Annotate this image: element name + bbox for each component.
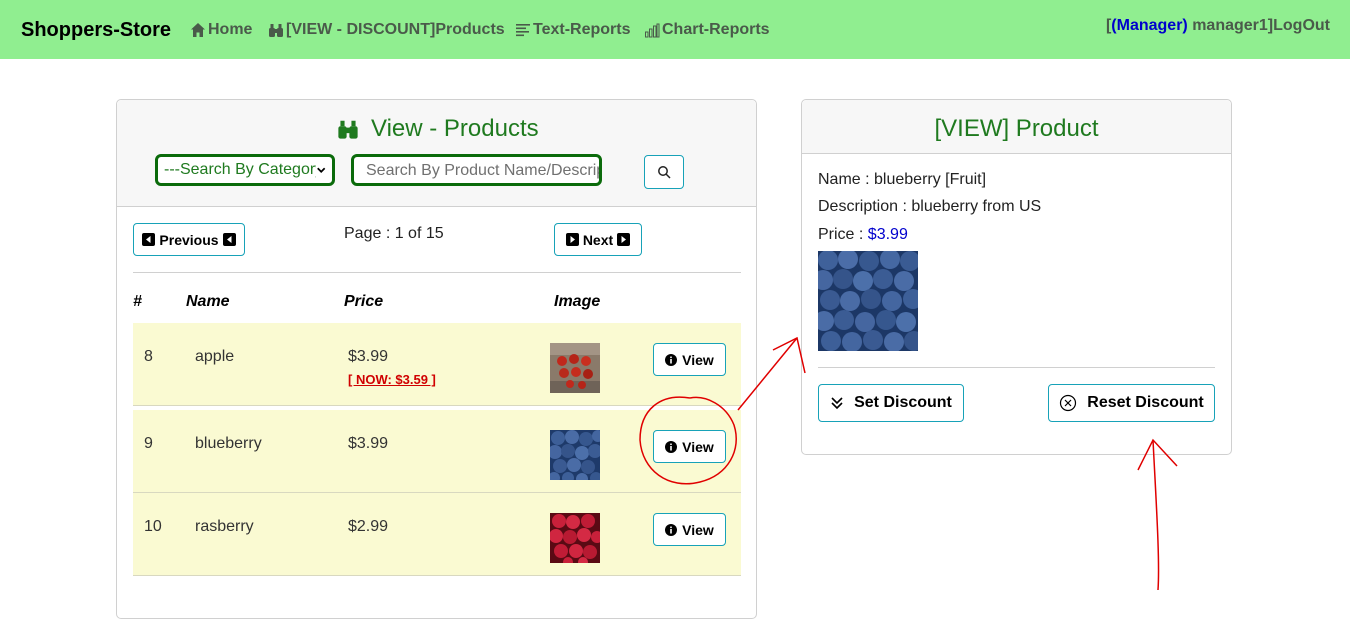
column-header-number: #	[133, 293, 142, 310]
product-detail-title: [VIEW] Product	[934, 115, 1099, 142]
nav-chart-reports-label: Chart-Reports	[662, 21, 770, 38]
search-button[interactable]	[644, 155, 684, 189]
row-number: 9	[144, 435, 153, 452]
binoculars-icon	[269, 24, 283, 37]
bar-chart-icon	[645, 23, 660, 38]
info-icon	[665, 523, 678, 536]
caret-right-square-icon	[617, 233, 631, 246]
caret-right-square-icon	[565, 233, 579, 246]
column-header-name: Name	[186, 293, 230, 310]
view-button[interactable]: View	[653, 430, 726, 463]
nav-chart-reports[interactable]: Chart-Reports	[644, 21, 770, 39]
row-price: $3.99	[348, 348, 389, 365]
nav-products-label: [VIEW - DISCOUNT]Products	[286, 21, 505, 38]
nav-text-reports-label: Text-Reports	[533, 21, 631, 38]
table-row: 10 rasberry $2.99 View	[133, 493, 741, 576]
row-price: $3.99	[348, 435, 389, 452]
products-card: View - Products ---Search By Category---…	[116, 99, 757, 619]
product-detail-header: [VIEW] Product	[802, 100, 1231, 154]
user-area: [(Manager) manager1]LogOut	[1106, 17, 1330, 35]
set-discount-label: Set Discount	[854, 394, 952, 411]
chevron-double-down-icon	[831, 397, 843, 410]
row-name: rasberry	[195, 518, 254, 535]
logout-link[interactable]: LogOut	[1273, 17, 1330, 34]
x-circle-icon	[1060, 394, 1077, 412]
row-price: $2.99	[348, 518, 389, 535]
user-role: (Manager)	[1111, 17, 1188, 34]
category-select-value: ---Search By Category---	[164, 161, 316, 178]
category-select[interactable]: ---Search By Category---	[155, 154, 335, 186]
product-description-line: Description : blueberry from US	[818, 198, 1042, 215]
column-header-price: Price	[344, 293, 384, 310]
next-label: Next	[582, 231, 614, 248]
info-icon	[665, 353, 678, 366]
chevron-down-icon	[316, 167, 325, 173]
view-label: View	[682, 351, 714, 368]
row-discount-price: [ NOW: $3.59 ]	[348, 372, 436, 387]
price-label: Price :	[818, 226, 868, 243]
product-detail-card: [VIEW] Product Name : blueberry [Fruit] …	[801, 99, 1232, 455]
previous-button[interactable]: Previous	[133, 223, 245, 256]
products-title-text: View - Products	[371, 115, 539, 142]
table-row: 9 blueberry $3.99 View	[133, 410, 741, 493]
search-icon	[658, 166, 671, 179]
row-number: 8	[144, 348, 153, 365]
row-name: apple	[195, 348, 235, 365]
previous-label: Previous	[159, 231, 219, 248]
caret-left-square-icon	[222, 233, 236, 246]
blueberry-thumbnail	[550, 430, 600, 480]
brand-logo[interactable]: Shoppers-Store	[21, 19, 171, 42]
product-image	[818, 251, 918, 351]
binoculars-icon	[338, 120, 358, 139]
product-name-line: Name : blueberry [Fruit]	[818, 171, 987, 188]
view-button[interactable]: View	[653, 343, 726, 376]
home-icon	[191, 23, 205, 37]
nav-home[interactable]: Home	[190, 21, 252, 39]
set-discount-button[interactable]: Set Discount	[818, 384, 964, 422]
reset-discount-label: Reset Discount	[1087, 394, 1204, 411]
products-title: View - Products	[337, 115, 539, 143]
nav-products[interactable]: [VIEW - DISCOUNT]Products	[268, 21, 505, 39]
rasberry-thumbnail	[550, 513, 600, 563]
product-price-line: Price : $3.99	[818, 226, 908, 244]
apple-thumbnail	[550, 343, 600, 393]
caret-left-square-icon	[142, 233, 156, 246]
column-header-image: Image	[554, 293, 601, 310]
products-card-header: View - Products ---Search By Category---…	[117, 100, 756, 207]
info-icon	[665, 440, 678, 453]
row-number: 10	[144, 518, 162, 535]
row-name: blueberry	[195, 435, 262, 452]
reset-discount-button[interactable]: Reset Discount	[1048, 384, 1215, 422]
page-info: Page : 1 of 15	[344, 225, 444, 242]
text-report-icon	[516, 24, 530, 37]
user-name: manager1]	[1187, 17, 1274, 34]
next-button[interactable]: Next	[554, 223, 642, 256]
nav-home-label: Home	[208, 21, 253, 38]
price-value: $3.99	[867, 226, 908, 243]
navbar: Shoppers-Store Home [VIEW - DISCOUNT]Pro…	[0, 0, 1350, 59]
annotation-arrow-to-reset	[1152, 439, 1160, 591]
view-label: View	[682, 438, 714, 455]
table-row: 8 apple $3.99 [ NOW: $3.59 ] View	[133, 323, 741, 406]
view-button[interactable]: View	[653, 513, 726, 546]
nav-text-reports[interactable]: Text-Reports	[515, 21, 631, 39]
product-search-input[interactable]: Search By Product Name/Description	[351, 154, 602, 186]
view-label: View	[682, 521, 714, 538]
divider	[818, 367, 1215, 368]
divider	[133, 272, 741, 273]
